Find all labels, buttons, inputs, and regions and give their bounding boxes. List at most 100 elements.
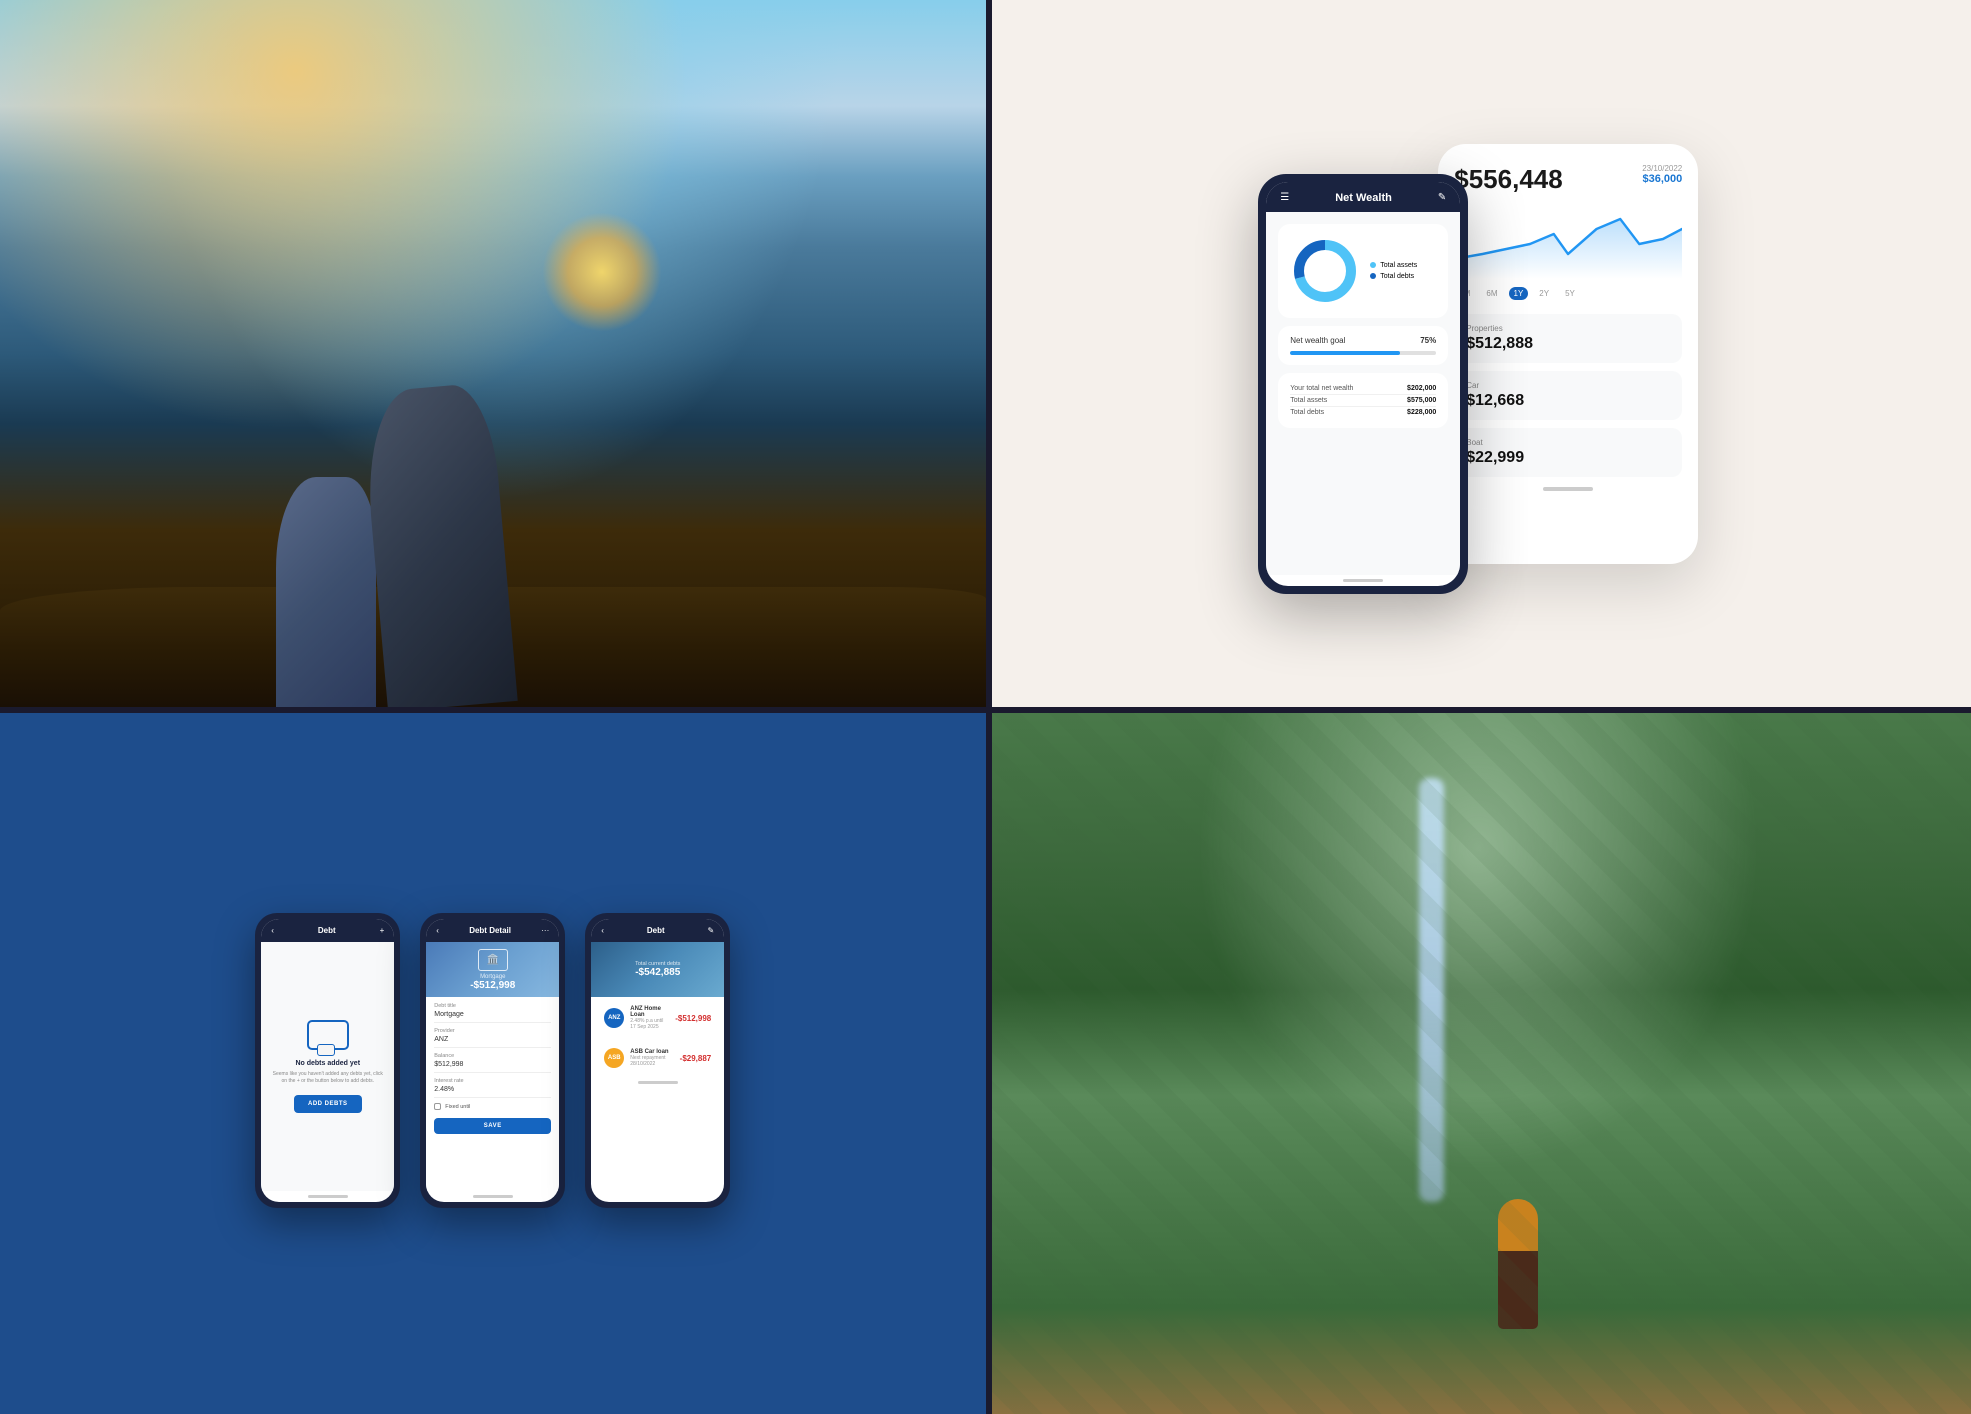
home-bar	[1343, 579, 1383, 582]
asset-properties: Properties $512,888	[1454, 314, 1682, 363]
tab-2y[interactable]: 2Y	[1534, 287, 1554, 300]
debt-title-1: Debt	[274, 926, 380, 935]
summary-net-wealth: Your total net wealth $202,000	[1290, 383, 1436, 395]
asb-loan-sub: Next repayment 28/10/2022	[630, 1055, 673, 1067]
debt-detail-header: ‹ Debt Detail ···	[426, 919, 559, 942]
asset-total-amount: $556,448	[1454, 164, 1562, 195]
summary-assets: Total assets $575,000	[1290, 395, 1436, 407]
properties-label: Properties	[1466, 324, 1670, 333]
donut-chart	[1290, 236, 1360, 306]
debt-title-2: Debt Detail	[439, 926, 541, 935]
asb-debt-item[interactable]: ASB ASB Car loan Next repayment 28/10/20…	[597, 1043, 718, 1073]
no-debt-content: No debts added yet Seems like you haven'…	[261, 942, 394, 1191]
fishing-photo-cell	[0, 0, 986, 707]
debt-phones-cell: ‹ Debt + No debts added yet Seems like y…	[0, 707, 986, 1414]
no-debt-header: ‹ Debt +	[261, 919, 394, 942]
add-debts-button[interactable]: ADD DEBTS	[294, 1095, 362, 1113]
hamburger-icon[interactable]: ☰	[1280, 192, 1289, 203]
donut-legend: Total assets Total debts	[1370, 262, 1417, 280]
car-label: Car	[1466, 381, 1670, 390]
anz-loan-name: ANZ Home Loan	[630, 1006, 669, 1018]
asset-change: $36,000	[1642, 173, 1682, 185]
asset-panel: $556,448 23/10/2022 $36,000	[1438, 144, 1698, 564]
debt-form: Debt title Mortgage Provider ANZ Balance…	[426, 997, 559, 1191]
mortgage-amount: -$512,998	[470, 980, 515, 991]
donut-section: Total assets Total debts	[1278, 224, 1448, 318]
child-silhouette	[276, 477, 376, 707]
provider-label: Provider	[434, 1028, 551, 1034]
vertical-divider	[986, 0, 992, 1414]
asset-chart	[1454, 199, 1682, 279]
boat-value: $22,999	[1466, 449, 1670, 467]
asset-boat: Boat $22,999	[1454, 428, 1682, 477]
app-mockup-cell: ☰ Net Wealth ✎	[986, 0, 1971, 707]
boat-label: Boat	[1466, 438, 1670, 447]
save-button[interactable]: SAVE	[434, 1118, 551, 1134]
net-wealth-phone: ☰ Net Wealth ✎	[1258, 174, 1468, 594]
assets-label: Total assets	[1380, 262, 1417, 269]
adult-silhouette	[361, 382, 518, 707]
asset-car: Car $12,668	[1454, 371, 1682, 420]
debt-title-value[interactable]: Mortgage	[434, 1011, 551, 1023]
home-bar-2	[473, 1195, 513, 1198]
asset-date: 23/10/2022	[1642, 164, 1682, 173]
anz-debt-item[interactable]: ANZ ANZ Home Loan 2.48% p.a until 17 Sep…	[597, 1001, 718, 1035]
edit-icon[interactable]: ✎	[1438, 192, 1446, 203]
phone-header: ☰ Net Wealth ✎	[1266, 182, 1460, 212]
time-tabs: 1M 6M 1Y 2Y 5Y	[1454, 287, 1682, 300]
anz-loan-sub: 2.48% p.a until 17 Sep 2025	[630, 1018, 669, 1030]
provider-value[interactable]: ANZ	[434, 1036, 551, 1048]
edit-icon-3[interactable]: ✎	[708, 926, 715, 935]
total-debt-amount: -$542,885	[635, 967, 680, 978]
asb-logo: ASB	[604, 1048, 624, 1068]
debt-title-3: Debt	[604, 926, 708, 935]
phone-debt-list: ‹ Debt ✎ Total current debts -$542,885 A…	[585, 913, 730, 1208]
assets-dot	[1370, 262, 1376, 268]
phone-debt-detail: ‹ Debt Detail ··· 🏛️ Mortgage -$512,998	[420, 913, 565, 1208]
summary-section: Your total net wealth $202,000 Total ass…	[1278, 373, 1448, 428]
goal-label: Net wealth goal	[1290, 336, 1345, 345]
interest-label: Interest rate	[434, 1078, 551, 1084]
mortgage-header-image: 🏛️ Mortgage -$512,998	[426, 942, 559, 997]
fixed-until-label: Fixed until	[445, 1104, 470, 1110]
summary-debts: Total debts $228,000	[1290, 407, 1436, 418]
phone-no-debt: ‹ Debt + No debts added yet Seems like y…	[255, 913, 400, 1208]
tab-6m[interactable]: 6M	[1481, 287, 1502, 300]
properties-value: $512,888	[1466, 335, 1670, 353]
debts-dot	[1370, 273, 1376, 279]
sun-glow	[542, 212, 662, 332]
tab-5y[interactable]: 5Y	[1560, 287, 1580, 300]
interest-value[interactable]: 2.48%	[434, 1086, 551, 1098]
anz-debt-info: ANZ Home Loan 2.48% p.a until 17 Sep 202…	[630, 1006, 669, 1030]
checkbox-box[interactable]	[434, 1103, 441, 1110]
goal-section: Net wealth goal 75%	[1278, 326, 1448, 365]
goal-bar-fill	[1290, 351, 1400, 355]
panel-home-bar	[1543, 487, 1593, 491]
anz-logo: ANZ	[604, 1008, 624, 1028]
more-icon[interactable]: ···	[541, 926, 549, 935]
debts-label: Total debts	[1380, 273, 1414, 280]
goal-bar	[1290, 351, 1436, 355]
fixed-until-checkbox[interactable]: Fixed until	[434, 1103, 551, 1110]
anz-loan-amount: -$512,998	[675, 1014, 711, 1023]
phone-title: Net Wealth	[1289, 192, 1438, 204]
home-bar-3	[638, 1081, 678, 1084]
debt-list-header: ‹ Debt ✎	[591, 919, 724, 942]
tab-1y[interactable]: 1Y	[1509, 287, 1529, 300]
asb-debt-info: ASB Car loan Next repayment 28/10/2022	[630, 1049, 673, 1067]
waterfall-photo-cell	[986, 707, 1971, 1414]
debt-list-hero: Total current debts -$542,885	[591, 942, 724, 997]
debt-title-label: Debt title	[434, 1003, 551, 1009]
assets-key: Total assets	[1290, 397, 1327, 404]
net-wealth-val: $202,000	[1407, 385, 1436, 392]
add-icon[interactable]: +	[380, 926, 385, 935]
home-bar-1	[308, 1195, 348, 1198]
car-value: $12,668	[1466, 392, 1670, 410]
balance-value[interactable]: $512,998	[434, 1061, 551, 1073]
no-debt-desc: Seems like you haven't added any debts y…	[269, 1071, 386, 1085]
balance-label: Balance	[434, 1053, 551, 1059]
asb-loan-amount: -$29,887	[680, 1054, 712, 1063]
goal-percent: 75%	[1420, 336, 1436, 345]
net-wealth-key: Your total net wealth	[1290, 385, 1353, 392]
debt-card-icon	[307, 1020, 349, 1050]
